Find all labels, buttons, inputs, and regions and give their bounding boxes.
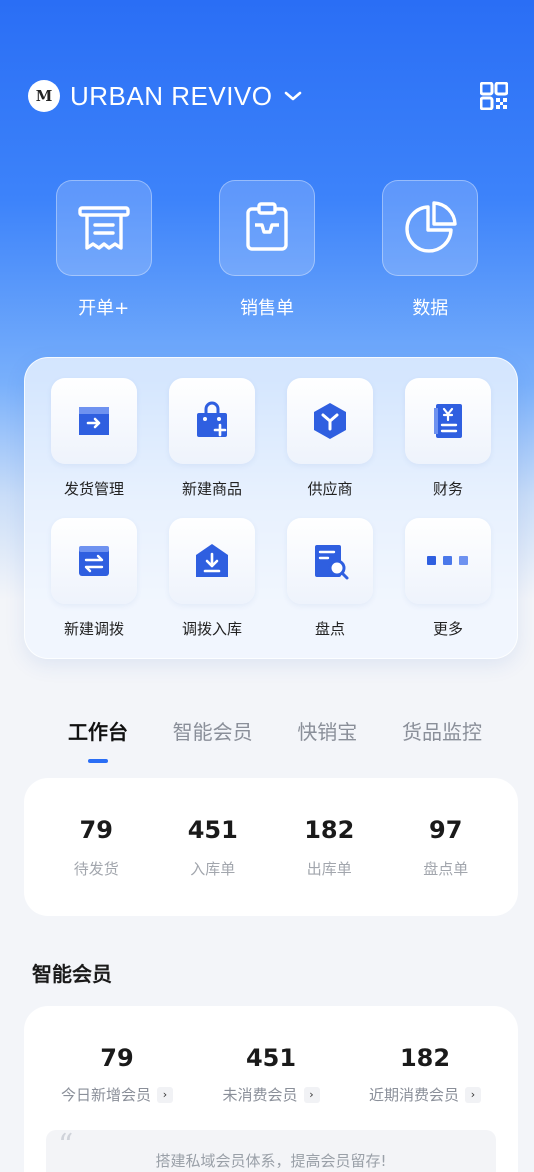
- new-transfer-label: 新建调拨: [63, 620, 124, 638]
- finance-tile: [405, 378, 491, 464]
- member-tip-text: 搭建私域会员体系，提高会员留存!: [155, 1152, 387, 1170]
- stat-non-consuming-members[interactable]: 451 未消费会员 ›: [196, 1044, 346, 1105]
- shipping-tile: [51, 378, 137, 464]
- stat-stocktake-orders[interactable]: 97 盘点单: [391, 816, 501, 879]
- more-label: 更多: [432, 620, 463, 638]
- shipping-management-button[interactable]: 发货管理: [35, 378, 153, 518]
- chevron-right-icon: ›: [465, 1086, 481, 1103]
- member-stats-row: 79 今日新增会员 › 451 未消费会员 › 182 近期消费会员 ›: [24, 1006, 518, 1105]
- stocktake-label: 盘点: [314, 620, 345, 638]
- transfer-icon: [79, 546, 109, 576]
- stat-label: 待发货: [73, 859, 119, 878]
- chevron-down-icon: [284, 91, 301, 101]
- top-actions: 开单+ 销售单 数据: [0, 180, 534, 320]
- stat-value: 79: [100, 1044, 134, 1072]
- finance-button[interactable]: 财务: [389, 378, 507, 518]
- more-dots-icon: [427, 556, 468, 565]
- tab-goods-monitor[interactable]: 货品监控: [390, 716, 494, 745]
- quick-functions-card: 发货管理 新建商品 供应商 财务 新建调拨 调拨入库 盘点 更多: [24, 357, 518, 659]
- new-product-label: 新建商品: [181, 480, 242, 498]
- stocktake-search-icon: [315, 545, 349, 580]
- create-order-label: 开单+: [78, 298, 130, 319]
- stocktake-button[interactable]: 盘点: [271, 518, 389, 658]
- new-product-tile: [169, 378, 255, 464]
- tab-quick-sales[interactable]: 快销宝: [285, 716, 369, 745]
- finance-yen-icon: [434, 404, 462, 438]
- stat-label: 盘点单: [423, 859, 469, 878]
- clipboard-icon-tile: [218, 180, 315, 276]
- sales-orders-button[interactable]: 销售单: [202, 180, 332, 320]
- chevron-right-icon: ›: [157, 1086, 173, 1103]
- shipping-box-icon: [79, 407, 109, 435]
- stat-recent-consuming-members[interactable]: 182 近期消费会员 ›: [350, 1044, 500, 1105]
- stat-label-row: 未消费会员 ›: [222, 1084, 320, 1105]
- tab-workbench[interactable]: 工作台: [56, 716, 140, 745]
- transfer-inbound-tile: [169, 518, 255, 604]
- supplier-label: 供应商: [307, 480, 353, 498]
- section-tabs: 工作台 智能会员 快销宝 货品监控: [56, 716, 494, 745]
- stat-value: 97: [429, 815, 463, 844]
- member-tip-banner[interactable]: “ 搭建私域会员体系，提高会员留存!: [46, 1128, 496, 1172]
- new-transfer-tile: [51, 518, 137, 604]
- app-header: M URBAN REVIVO: [28, 78, 508, 114]
- brand-logo: M: [28, 80, 60, 112]
- stat-value: 79: [79, 815, 113, 844]
- new-product-button[interactable]: 新建商品: [153, 378, 271, 518]
- sales-orders-label: 销售单: [239, 298, 294, 319]
- shipping-label: 发货管理: [63, 480, 124, 498]
- transfer-inbound-button[interactable]: 调拨入库: [153, 518, 271, 658]
- stat-label-row: 今日新增会员 ›: [61, 1084, 173, 1105]
- stat-label: 今日新增会员: [60, 1086, 151, 1104]
- supplier-button[interactable]: 供应商: [271, 378, 389, 518]
- receipt-icon-tile: [55, 180, 152, 276]
- pie-chart-icon-tile: [382, 180, 479, 276]
- stat-pending-shipment[interactable]: 79 待发货: [41, 816, 151, 879]
- stat-label: 近期消费会员: [368, 1086, 459, 1104]
- stat-label-row: 近期消费会员 ›: [369, 1084, 481, 1105]
- supplier-hexagon-icon: [314, 403, 346, 439]
- pie-chart-icon: [405, 201, 458, 253]
- shopping-bag-plus-icon: [197, 401, 227, 437]
- clipboard-icon: [246, 202, 288, 251]
- finance-label: 财务: [432, 480, 463, 498]
- stat-value: 451: [187, 815, 238, 844]
- stat-label: 入库单: [190, 859, 236, 878]
- stat-new-members-today[interactable]: 79 今日新增会员 ›: [42, 1044, 192, 1105]
- stat-outbound-orders[interactable]: 182 出库单: [274, 816, 384, 879]
- stat-label: 未消费会员: [222, 1086, 298, 1104]
- transfer-inbound-label: 调拨入库: [181, 620, 242, 638]
- stat-inbound-orders[interactable]: 451 入库单: [158, 816, 268, 879]
- qr-code-icon[interactable]: [480, 82, 508, 110]
- receipt-icon: [77, 206, 130, 250]
- brand-name: URBAN REVIVO: [70, 80, 273, 111]
- create-order-button[interactable]: 开单+: [39, 180, 169, 320]
- more-tile: [405, 518, 491, 604]
- data-label: 数据: [412, 298, 449, 319]
- chevron-right-icon: ›: [303, 1086, 320, 1103]
- stat-value: 182: [399, 1044, 451, 1072]
- stat-value: 451: [245, 1044, 297, 1072]
- more-button[interactable]: 更多: [389, 518, 507, 658]
- supplier-tile: [287, 378, 373, 464]
- workbench-stats-card: 79 待发货 451 入库单 182 出库单 97 盘点单: [24, 778, 518, 916]
- new-transfer-button[interactable]: 新建调拨: [35, 518, 153, 658]
- data-button[interactable]: 数据: [365, 180, 495, 320]
- member-section-title: 智能会员: [32, 962, 112, 986]
- store-switcher[interactable]: M URBAN REVIVO: [28, 80, 303, 112]
- stocktake-tile: [287, 518, 373, 604]
- tab-smart-member[interactable]: 智能会员: [161, 716, 265, 745]
- stat-label: 出库单: [306, 859, 352, 878]
- member-stats-card: 79 今日新增会员 › 451 未消费会员 › 182 近期消费会员 › “ 搭…: [24, 1006, 518, 1172]
- stat-value: 182: [304, 815, 355, 844]
- inbound-icon: [196, 544, 228, 577]
